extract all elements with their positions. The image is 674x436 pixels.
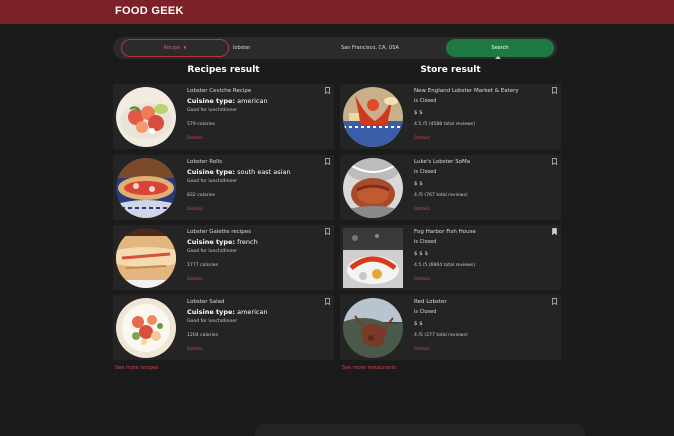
store-details-link[interactable]: Details xyxy=(414,136,430,141)
salad-photo-icon xyxy=(116,298,176,358)
recipe-card[interactable]: Lobster Salad Cuisine type: american Goo… xyxy=(113,295,334,360)
top-navbar: FOOD GEEK xyxy=(0,0,674,24)
store-name: New England Lobster Market & Eatery xyxy=(414,88,519,94)
recipe-title: Lobster Salad xyxy=(187,299,225,305)
search-type-select[interactable]: Recipe ▼ xyxy=(121,39,229,57)
see-more-recipes-link[interactable]: See more recipes xyxy=(115,365,158,371)
search-type-label: Recipe xyxy=(163,45,181,51)
store-details-link[interactable]: Details xyxy=(414,207,430,212)
recipe-meal: Good for lunch/dinner xyxy=(187,108,238,113)
recipe-meal: Good for lunch/dinner xyxy=(187,249,238,254)
recipe-cuisine: Cuisine type: american xyxy=(187,308,268,316)
recipe-title: Lobster Rolls xyxy=(187,159,223,165)
store-image[interactable] xyxy=(343,298,403,358)
recipe-details-link[interactable]: Details xyxy=(187,207,203,212)
store-status: is Closed xyxy=(414,309,437,315)
recipe-calories: 1204 calories xyxy=(187,333,218,338)
chevron-down-icon: ▼ xyxy=(183,45,187,50)
recipe-calories: 1777 calories xyxy=(187,263,218,268)
store-status: is Closed xyxy=(414,169,437,175)
cuisine-label: Cuisine type: xyxy=(187,238,236,246)
bookmark-icon[interactable] xyxy=(325,228,330,235)
recipe-card[interactable]: Lobster Ceviche Recipe Cuisine type: ame… xyxy=(113,84,334,149)
bookmark-icon[interactable] xyxy=(552,87,557,94)
galette-photo-icon xyxy=(116,228,176,288)
lobster-on-plate-photo-icon xyxy=(343,158,403,218)
search-bar: Recipe▼ Search xyxy=(113,37,557,59)
store-card[interactable]: Luke's Lobster SoMa is Closed $ $ 4 /5 (… xyxy=(340,155,561,220)
recipe-image[interactable] xyxy=(116,158,176,218)
recipes-heading: Recipes result xyxy=(187,65,260,75)
recipe-cuisine: Cuisine type: american xyxy=(187,97,268,105)
lobster-roll-photo-icon xyxy=(116,158,176,218)
recipe-image[interactable] xyxy=(116,228,176,288)
bookmark-filled-icon[interactable] xyxy=(552,228,557,235)
recipe-title: Lobster Ceviche Recipe xyxy=(187,88,252,94)
lobster-dinner-photo-icon xyxy=(343,228,403,288)
recipe-meal: Good for lunch/dinner xyxy=(187,179,238,184)
app-logo[interactable]: FOOD GEEK xyxy=(115,5,184,17)
lobster-platter-photo-icon xyxy=(343,87,403,147)
bookmark-icon[interactable] xyxy=(552,298,557,305)
bookmark-icon[interactable] xyxy=(552,158,557,165)
store-card[interactable]: Fog Harbor Fish House is Closed $ $ $ 4.… xyxy=(340,225,561,290)
cuisine-value: american xyxy=(237,308,268,316)
recipe-cuisine: Cuisine type: french xyxy=(187,238,258,246)
ceviche-photo-icon xyxy=(116,87,176,147)
bookmark-icon[interactable] xyxy=(325,158,330,165)
recipe-details-link[interactable]: Details xyxy=(187,347,203,352)
recipe-cuisine: Cuisine type: south east asian xyxy=(187,168,291,176)
store-status: is Closed xyxy=(414,239,437,245)
store-card[interactable]: New England Lobster Market & Eatery is C… xyxy=(340,84,561,149)
store-rating: 4 /5 (277 total reviews) xyxy=(414,333,468,338)
cuisine-label: Cuisine type: xyxy=(187,97,236,105)
recipe-image[interactable] xyxy=(116,87,176,147)
cuisine-label: Cuisine type: xyxy=(187,308,236,316)
cuisine-value: american xyxy=(237,97,268,105)
recipe-details-link[interactable]: Details xyxy=(187,277,203,282)
store-name: Red Lobster xyxy=(414,299,447,305)
cuisine-label: Cuisine type: xyxy=(187,168,236,176)
recipe-card[interactable]: Lobster Galette recipes Cuisine type: fr… xyxy=(113,225,334,290)
store-price: $ $ xyxy=(414,181,423,187)
recipe-meal: Good for lunch/dinner xyxy=(187,319,238,324)
store-price: $ $ $ xyxy=(414,251,428,257)
cursor-indicator-icon xyxy=(495,56,501,59)
store-name: Fog Harbor Fish House xyxy=(414,229,476,235)
store-rating: 4 /5 (767 total reviews) xyxy=(414,193,468,198)
footer-edge xyxy=(255,424,585,436)
recipe-details-link[interactable]: Details xyxy=(187,136,203,141)
search-query-input[interactable] xyxy=(233,39,333,57)
store-image[interactable] xyxy=(343,228,403,288)
recipe-title: Lobster Galette recipes xyxy=(187,229,252,235)
store-rating: 4.5 /5 (4588 total reviews) xyxy=(414,122,475,127)
cuisine-value: south east asian xyxy=(237,168,291,176)
see-more-restaurants-link[interactable]: See more restaurants xyxy=(342,365,396,371)
store-rating: 4.5 /5 (6904 total reviews) xyxy=(414,263,475,268)
recipe-image[interactable] xyxy=(116,298,176,358)
store-details-link[interactable]: Details xyxy=(414,277,430,282)
store-image[interactable] xyxy=(343,87,403,147)
store-price: $ $ xyxy=(414,110,423,116)
store-status: is Closed xyxy=(414,98,437,104)
location-input[interactable] xyxy=(341,39,441,57)
bookmark-icon[interactable] xyxy=(325,298,330,305)
store-image[interactable] xyxy=(343,158,403,218)
recipe-card[interactable]: Lobster Rolls Cuisine type: south east a… xyxy=(113,155,334,220)
search-button[interactable]: Search xyxy=(446,39,554,57)
store-card[interactable]: Red Lobster is Closed $ $ 4 /5 (277 tota… xyxy=(340,295,561,360)
store-price: $ $ xyxy=(414,321,423,327)
recipe-calories: 832 calories xyxy=(187,193,216,198)
recipe-calories: 579 calories xyxy=(187,122,216,127)
bookmark-icon[interactable] xyxy=(325,87,330,94)
cuisine-value: french xyxy=(237,238,258,246)
lobster-outdoor-photo-icon xyxy=(343,298,403,358)
stores-heading: Store result xyxy=(420,65,481,75)
store-details-link[interactable]: Details xyxy=(414,347,430,352)
store-name: Luke's Lobster SoMa xyxy=(414,159,471,165)
